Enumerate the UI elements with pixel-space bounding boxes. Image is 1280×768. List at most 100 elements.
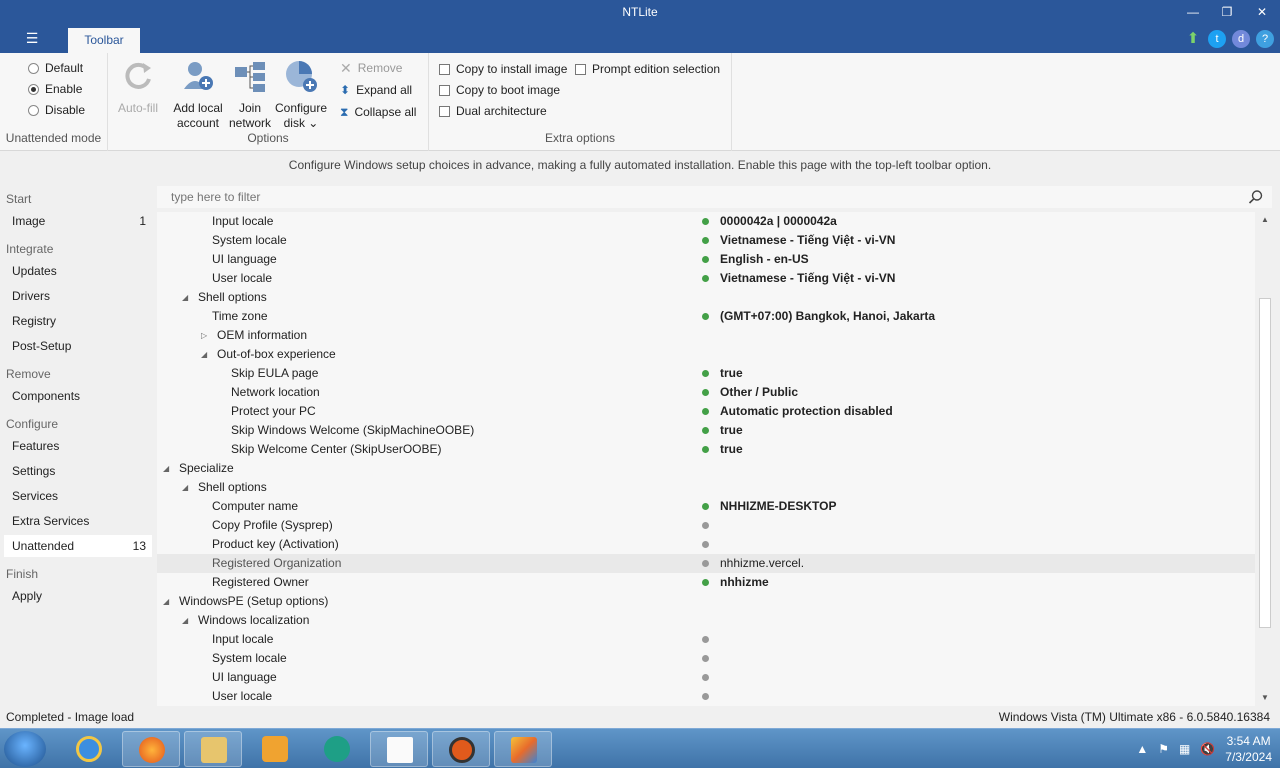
tree-row[interactable]: Computer name NHHIZME-DESKTOP	[157, 497, 1255, 516]
radio-disable[interactable]: Disable	[28, 101, 85, 119]
maximize-button[interactable]: ❐	[1210, 2, 1244, 22]
tree-row[interactable]: System locale Vietnamese - Tiếng Việt - v…	[157, 231, 1255, 250]
prompt-edition-checkbox[interactable]: Prompt edition selection	[575, 60, 720, 78]
tree-row[interactable]: Network location Other / Public	[157, 383, 1255, 402]
options-group: Auto-fill Add local account Join network…	[108, 53, 429, 151]
flag-icon[interactable]: ⚑	[1158, 742, 1169, 756]
sidebar-item-services[interactable]: Services	[4, 485, 152, 507]
status-bar: Completed - Image load Windows Vista (TM…	[0, 706, 1280, 728]
tree-row[interactable]: ◢ Shell options	[157, 478, 1255, 497]
notepad-icon[interactable]	[370, 731, 428, 767]
tree-row[interactable]: ◢ Windows localization	[157, 611, 1255, 630]
tab-toolbar[interactable]: Toolbar	[68, 28, 140, 53]
radio-enable[interactable]: Enable	[28, 80, 82, 98]
hamburger-icon[interactable]: ☰	[20, 30, 44, 50]
sidebar-item-features[interactable]: Features	[4, 435, 152, 457]
copy-install-checkbox[interactable]: Copy to install image	[439, 60, 567, 78]
collapse-arrow-icon[interactable]: ◢	[201, 345, 207, 364]
tree-row[interactable]: UI language	[157, 668, 1255, 687]
tree-row-selected[interactable]: Registered Organization nhhizme.vercel.	[157, 554, 1255, 573]
tree-row[interactable]: Product key (Activation)	[157, 535, 1255, 554]
volume-muted-icon[interactable]: 🔇	[1200, 742, 1215, 756]
start-button[interactable]	[4, 731, 46, 767]
sidebar-item-apply[interactable]: Apply	[4, 585, 152, 607]
expand-all-button[interactable]: ⬍ Expand all	[340, 80, 412, 100]
radio-icon	[28, 104, 39, 116]
filter-input[interactable]	[157, 186, 1157, 208]
ntlite-icon[interactable]	[494, 731, 552, 767]
internet-explorer-icon[interactable]	[60, 731, 118, 767]
chevron-up-icon[interactable]: ▲	[1136, 742, 1148, 756]
sidebar-item-updates[interactable]: Updates	[4, 260, 152, 282]
section-configure: Configure	[6, 417, 59, 431]
sidebar-item-settings[interactable]: Settings	[4, 460, 152, 482]
discord-icon[interactable]: d	[1232, 30, 1250, 48]
join-network-button[interactable]: Join network	[226, 59, 274, 131]
collapse-arrow-icon[interactable]: ◢	[182, 478, 188, 497]
ribbon: Default Enable Disable Unattended mode A…	[0, 53, 1280, 151]
help-icon[interactable]: ?	[1256, 30, 1274, 48]
sidebar-item-image[interactable]: Image 1	[4, 210, 152, 232]
search-icon[interactable]	[1248, 189, 1264, 205]
collapse-arrow-icon[interactable]: ◢	[163, 592, 169, 611]
checkbox-icon	[439, 84, 450, 96]
collapse-arrow-icon[interactable]: ◢	[163, 459, 169, 478]
sidebar-item-registry[interactable]: Registry	[4, 310, 152, 332]
sidebar-item-components[interactable]: Components	[4, 385, 152, 407]
tree-row[interactable]: Copy Profile (Sysprep)	[157, 516, 1255, 535]
sidebar-item-extra-services[interactable]: Extra Services	[4, 510, 152, 532]
tree-row[interactable]: Protect your PC Automatic protection disa…	[157, 402, 1255, 421]
scroll-up-icon[interactable]: ▲	[1257, 212, 1273, 228]
app-icon[interactable]	[308, 731, 366, 767]
tree-row[interactable]: Skip Windows Welcome (SkipMachineOOBE) tr…	[157, 421, 1255, 440]
tree-row[interactable]: ▷ OEM information	[157, 326, 1255, 345]
update-arrow-icon[interactable]: ⬆	[1184, 30, 1202, 48]
tree-row[interactable]: Registered Owner nhhizme	[157, 573, 1255, 592]
radio-default[interactable]: Default	[28, 59, 83, 77]
tree-row[interactable]: User locale	[157, 687, 1255, 706]
tree-row[interactable]: Skip EULA page true	[157, 364, 1255, 383]
sidebar-item-drivers[interactable]: Drivers	[4, 285, 152, 307]
collapse-arrow-icon[interactable]: ◢	[182, 611, 188, 630]
scroll-thumb[interactable]	[1259, 298, 1271, 628]
configure-disk-button[interactable]: Configure disk ⌄	[274, 59, 328, 131]
firefox-icon[interactable]	[122, 731, 180, 767]
explorer-icon[interactable]	[184, 731, 242, 767]
tree-row[interactable]: Input locale 0000042a | 0000042a	[157, 212, 1255, 231]
group-label: Unattended mode	[5, 131, 102, 145]
tree-row[interactable]: ◢ Shell options	[157, 288, 1255, 307]
remove-button[interactable]: ✕ Remove	[340, 58, 402, 78]
minimize-button[interactable]: —	[1176, 2, 1210, 22]
sidebar-item-post-setup[interactable]: Post-Setup	[4, 335, 152, 357]
tree-row[interactable]: UI language English - en-US	[157, 250, 1255, 269]
close-button[interactable]: ✕	[1245, 2, 1279, 22]
twitter-icon[interactable]: t	[1208, 30, 1226, 48]
sidebar-item-unattended[interactable]: Unattended 13	[4, 535, 152, 557]
tree-row[interactable]: Time zone (GMT+07:00) Bangkok, Hanoi, Jak…	[157, 307, 1255, 326]
media-player-icon[interactable]	[246, 731, 304, 767]
status-dot	[702, 693, 709, 700]
network-status-icon[interactable]: ▦	[1179, 742, 1190, 756]
tree-row[interactable]: Skip Welcome Center (SkipUserOOBE) true	[157, 440, 1255, 459]
dual-arch-checkbox[interactable]: Dual architecture	[439, 102, 547, 120]
tree-row[interactable]: System locale	[157, 649, 1255, 668]
status-dot	[702, 218, 709, 225]
status-dot	[702, 560, 709, 567]
tree-row[interactable]: ◢ Specialize	[157, 459, 1255, 478]
status-text: Completed - Image load	[6, 710, 135, 724]
collapse-arrow-icon[interactable]: ◢	[182, 288, 188, 307]
autofill-button[interactable]: Auto-fill	[114, 59, 162, 116]
add-local-account-button[interactable]: Add local account	[170, 59, 226, 131]
status-dot	[702, 427, 709, 434]
tree-row[interactable]: Input locale	[157, 630, 1255, 649]
expand-arrow-icon[interactable]: ▷	[201, 326, 207, 345]
scroll-down-icon[interactable]: ▼	[1257, 690, 1273, 706]
clock[interactable]: 3:54 AM 7/3/2024	[1225, 733, 1272, 765]
tree-row[interactable]: ◢ Out-of-box experience	[157, 345, 1255, 364]
copy-boot-checkbox[interactable]: Copy to boot image	[439, 81, 560, 99]
tree-row[interactable]: ◢ WindowsPE (Setup options)	[157, 592, 1255, 611]
collapse-all-button[interactable]: ⧗ Collapse all	[340, 102, 416, 122]
vertical-scrollbar[interactable]: ▲ ▼	[1257, 212, 1273, 706]
app-icon-2[interactable]	[432, 731, 490, 767]
tree-row[interactable]: User locale Vietnamese - Tiếng Việt - vi-…	[157, 269, 1255, 288]
